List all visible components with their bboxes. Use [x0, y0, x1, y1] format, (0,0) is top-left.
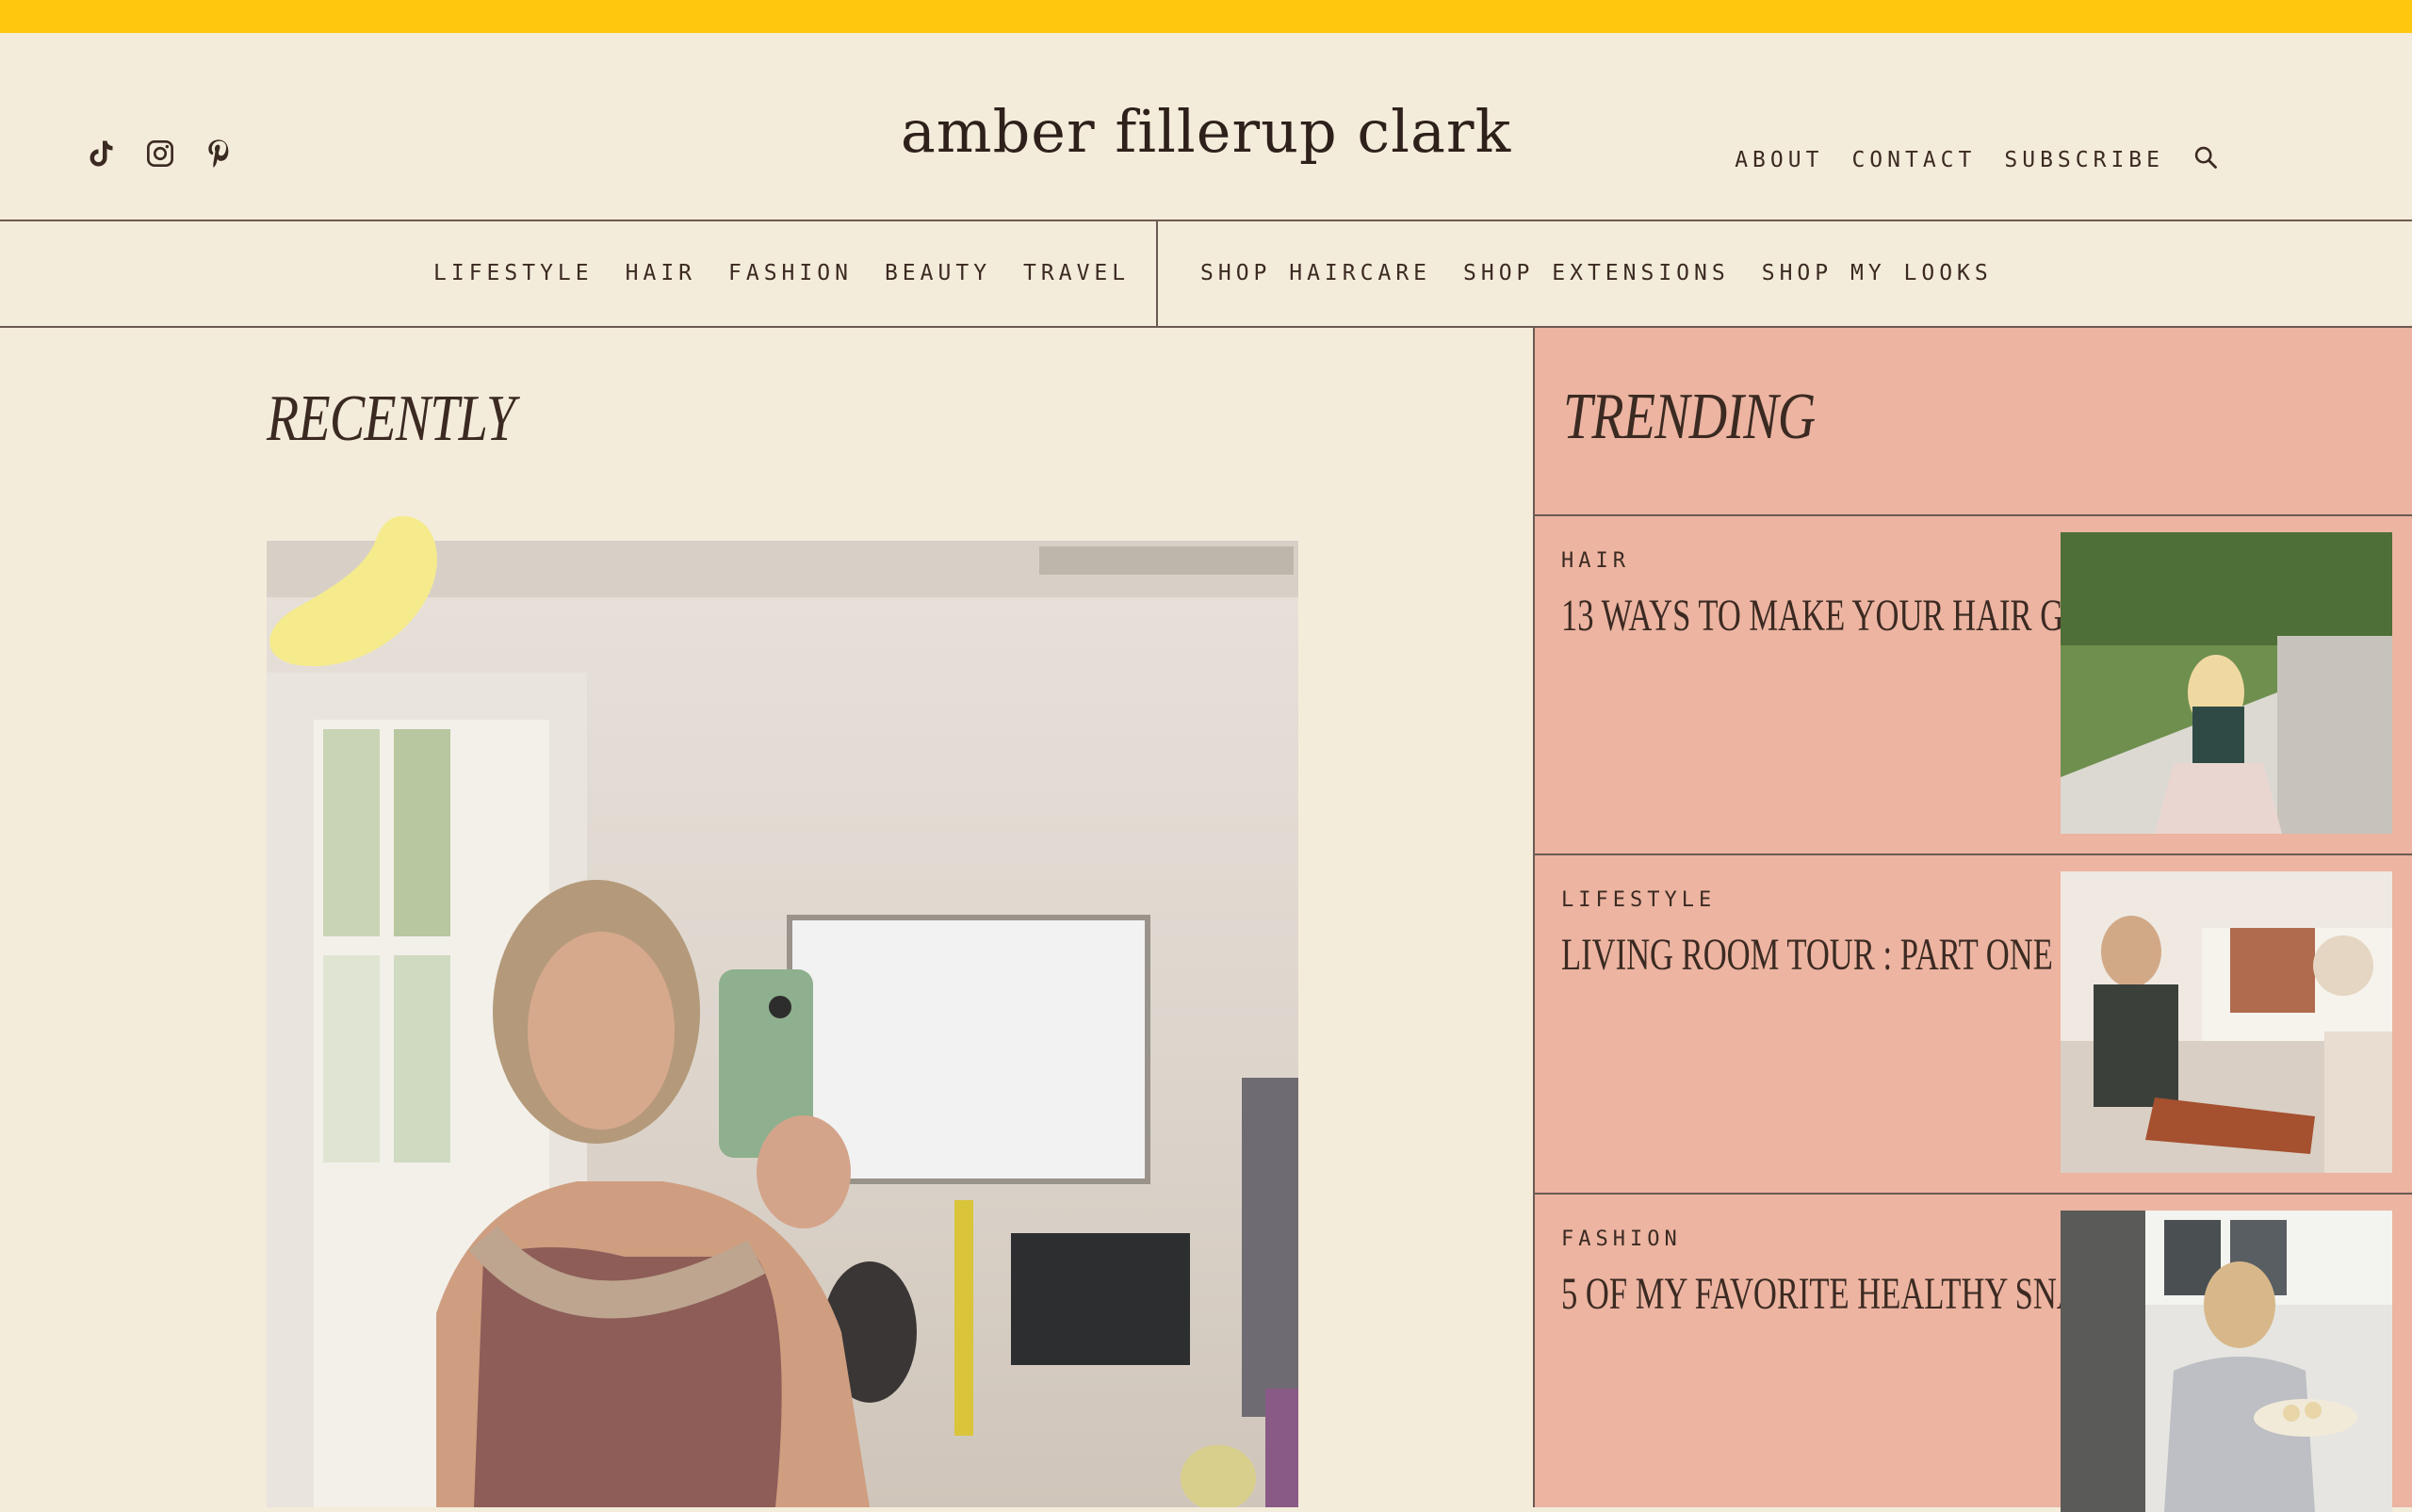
nav-hair[interactable]: HAIR: [626, 261, 696, 285]
nav-travel[interactable]: TRAVEL: [1023, 261, 1130, 285]
trending-item[interactable]: FASHION 5 OF MY FAVORITE HEALTHY SNACKS: [1535, 1195, 2412, 1512]
recently-heading: RECENTLY: [267, 382, 515, 455]
site-header: amber fillerup clark ABOUT CONTACT SUBSC…: [0, 33, 2412, 221]
trending-thumbnail[interactable]: [2061, 871, 2392, 1173]
category-nav: LIFESTYLE HAIR FASHION BEAUTY TRAVEL: [433, 261, 1130, 285]
trending-headline[interactable]: 13 WAYS TO MAKE YOUR HAIR GROW: [1561, 590, 2140, 642]
yellow-paint-blob: [269, 515, 437, 667]
utility-nav: ABOUT CONTACT SUBSCRIBE: [1735, 144, 2219, 176]
nav-fashion[interactable]: FASHION: [728, 261, 853, 285]
living-room-photo: [2061, 871, 2392, 1173]
trending-headline[interactable]: 5 OF MY FAVORITE HEALTHY SNACKS: [1561, 1268, 2143, 1320]
shop-nav: SHOP HAIRCARE SHOP EXTENSIONS SHOP MY LO…: [1200, 261, 1993, 285]
featured-post-image[interactable]: [267, 541, 1298, 1507]
top-accent-bar: [0, 0, 2412, 33]
subscribe-link[interactable]: SUBSCRIBE: [2004, 148, 2164, 172]
trending-heading: TRENDING: [1563, 381, 1816, 453]
trending-sidebar: TRENDING HAIR 13 WAYS TO MAKE YOUR HAIR …: [1533, 328, 2412, 1512]
nav-shop-extensions[interactable]: SHOP EXTENSIONS: [1463, 261, 1730, 285]
about-link[interactable]: ABOUT: [1735, 148, 1823, 172]
nav-lifestyle[interactable]: LIFESTYLE: [433, 261, 594, 285]
contact-link[interactable]: CONTACT: [1851, 148, 1976, 172]
trending-category[interactable]: FASHION: [1561, 1227, 1682, 1251]
trending-thumbnail[interactable]: [2061, 532, 2392, 834]
trending-item[interactable]: HAIR 13 WAYS TO MAKE YOUR HAIR GROW: [1535, 516, 2412, 855]
trending-thumbnail[interactable]: [2061, 1211, 2392, 1512]
nav-divider: [1156, 221, 1158, 326]
hair-post-photo: [2061, 532, 2392, 834]
trending-category[interactable]: HAIR: [1561, 549, 1630, 573]
trending-header: TRENDING: [1535, 328, 2412, 516]
trending-item[interactable]: LIFESTYLE LIVING ROOM TOUR : PART ONE: [1535, 855, 2412, 1195]
trending-category[interactable]: LIFESTYLE: [1561, 888, 1716, 912]
healthy-snacks-photo: [2061, 1211, 2392, 1512]
nav-shop-haircare[interactable]: SHOP HAIRCARE: [1200, 261, 1431, 285]
nav-beauty[interactable]: BEAUTY: [885, 261, 991, 285]
gym-selfie-photo: [267, 541, 1298, 1507]
main-nav: LIFESTYLE HAIR FASHION BEAUTY TRAVEL SHO…: [0, 221, 2412, 328]
search-icon: [2194, 146, 2217, 169]
trending-headline[interactable]: LIVING ROOM TOUR : PART ONE: [1561, 929, 2053, 981]
search-button[interactable]: [2192, 144, 2219, 176]
nav-shop-my-looks[interactable]: SHOP MY LOOKS: [1762, 261, 1993, 285]
